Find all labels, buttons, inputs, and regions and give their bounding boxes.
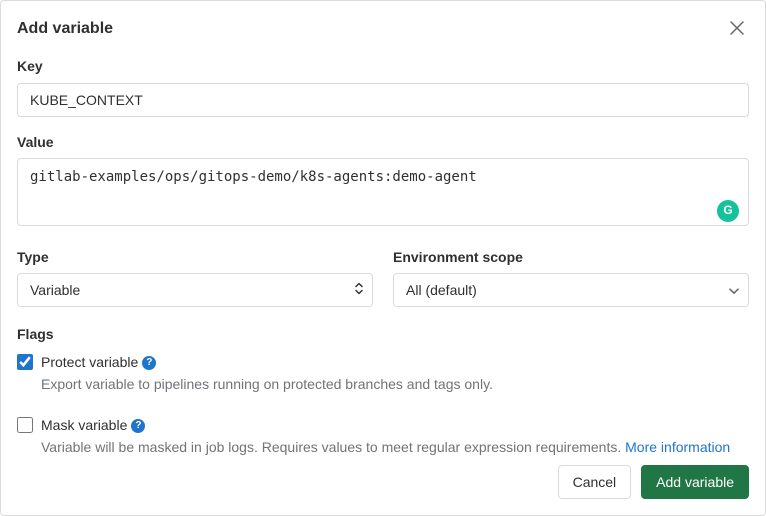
protect-variable-label: Protect variable — [41, 353, 138, 373]
type-selected-value: Variable — [30, 282, 80, 298]
protect-variable-checkbox[interactable] — [17, 354, 33, 370]
mask-variable-label: Mask variable — [41, 416, 127, 436]
grammarly-icon: G — [717, 200, 739, 222]
modal-header: Add variable — [17, 17, 749, 41]
key-field-group: Key — [17, 57, 749, 117]
mask-variable-checkbox[interactable] — [17, 417, 33, 433]
type-env-row: Type Variable Environment scope All (def… — [17, 248, 749, 308]
key-label: Key — [17, 57, 749, 77]
cancel-button[interactable]: Cancel — [558, 465, 632, 499]
add-variable-modal: Add variable Key Value G Type Variable — [0, 0, 766, 516]
close-button[interactable] — [725, 17, 749, 41]
mask-variable-row: Mask variable ? Variable will be masked … — [17, 416, 749, 457]
more-information-link[interactable]: More information — [625, 439, 730, 455]
key-input[interactable] — [17, 83, 749, 117]
type-field-group: Type Variable — [17, 248, 373, 308]
value-label: Value — [17, 133, 749, 153]
env-scope-select[interactable]: All (default) — [393, 273, 749, 307]
modal-footer: Cancel Add variable — [558, 465, 749, 499]
help-icon[interactable]: ? — [142, 356, 156, 370]
protect-variable-row: Protect variable ? Export variable to pi… — [17, 353, 749, 394]
protect-variable-desc: Export variable to pipelines running on … — [41, 375, 749, 395]
env-scope-field-group: Environment scope All (default) — [393, 248, 749, 308]
type-select[interactable]: Variable — [17, 273, 373, 307]
add-variable-button[interactable]: Add variable — [641, 465, 749, 499]
env-scope-selected-value: All (default) — [406, 282, 477, 298]
env-scope-label: Environment scope — [393, 248, 749, 268]
help-icon[interactable]: ? — [131, 419, 145, 433]
type-label: Type — [17, 248, 373, 268]
modal-title: Add variable — [17, 18, 113, 40]
flags-section: Flags Protect variable ? Export variable… — [17, 325, 749, 457]
close-icon — [730, 19, 744, 40]
mask-variable-desc: Variable will be masked in job logs. Req… — [41, 438, 749, 458]
value-textarea[interactable] — [17, 158, 749, 226]
value-field-group: Value G — [17, 133, 749, 232]
flags-label: Flags — [17, 325, 749, 345]
